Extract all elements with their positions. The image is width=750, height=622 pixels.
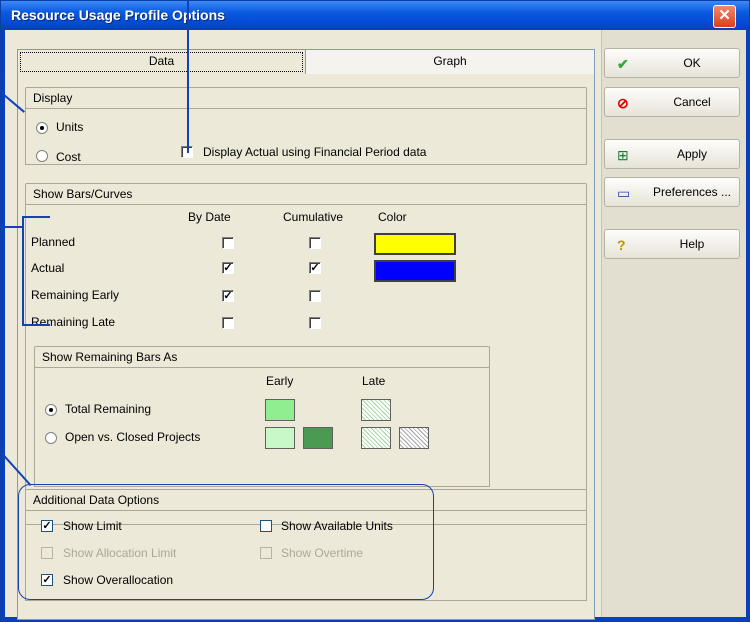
tab-focus-rect [20, 52, 303, 72]
total-early-swatch[interactable] [265, 399, 295, 421]
actual-cumulative-checkbox[interactable]: ✓ [309, 262, 321, 274]
actual-color-swatch[interactable] [374, 260, 456, 282]
ok-button[interactable]: ✔ OK [604, 48, 740, 78]
help-button-label: Help [679, 237, 705, 251]
remaining-early-label: Remaining Early [31, 288, 120, 302]
apply-button-label: Apply [676, 147, 708, 161]
callout-line-bars-vert [22, 216, 24, 325]
display-header-label: Display [33, 91, 73, 105]
financial-period-label: Display Actual using Financial Period da… [203, 145, 427, 159]
window-title: Resource Usage Profile Options [11, 7, 225, 23]
tab-graph-label: Graph [433, 54, 467, 68]
late-col-header: Late [362, 374, 386, 388]
callout-dot-display [0, 74, 2, 76]
cancel-icon: ⊘ [617, 95, 629, 111]
planned-color-swatch[interactable] [374, 233, 456, 255]
total-late-swatch[interactable] [361, 399, 391, 421]
remaining-bars-header: Show Remaining Bars As [34, 346, 490, 368]
display-header: Display [25, 87, 587, 109]
help-icon: ? [617, 237, 626, 253]
title-bar: Resource Usage Profile Options ✕ [1, 1, 749, 29]
callout-box-additional [18, 484, 434, 600]
preferences-button[interactable]: ▭ Preferences ... [604, 177, 740, 207]
open-closed-radio[interactable] [45, 432, 57, 444]
remaining-early-bydate-checkbox[interactable]: ✓ [222, 290, 234, 302]
close-icon: ✕ [718, 7, 731, 24]
closed-early-swatch[interactable] [303, 427, 333, 449]
planned-cumulative-checkbox[interactable] [309, 237, 321, 249]
close-button[interactable]: ✕ [713, 5, 736, 28]
cancel-button-label: Cancel [673, 95, 711, 109]
cumulative-col-header: Cumulative [283, 210, 344, 224]
actual-label: Actual [31, 261, 65, 275]
planned-bydate-checkbox[interactable] [222, 237, 234, 249]
open-closed-label: Open vs. Closed Projects [65, 430, 201, 444]
bars-header: Show Bars/Curves [25, 183, 587, 205]
apply-button[interactable]: ⊞ Apply [604, 139, 740, 169]
total-remaining-radio[interactable] [45, 404, 57, 416]
preferences-icon: ▭ [617, 185, 631, 201]
units-label: Units [56, 120, 84, 134]
units-radio[interactable] [36, 122, 48, 134]
remaining-late-cumulative-checkbox[interactable] [309, 317, 321, 329]
cost-label: Cost [56, 150, 81, 164]
checkmark-icon: ✔ [617, 56, 629, 72]
button-column [601, 30, 746, 617]
preferences-button-label: Preferences ... [652, 185, 732, 199]
actual-bydate-checkbox[interactable]: ✓ [222, 262, 234, 274]
open-late-swatch[interactable] [361, 427, 391, 449]
planned-label: Planned [31, 235, 76, 249]
color-col-header: Color [378, 210, 407, 224]
cost-radio[interactable] [36, 150, 48, 162]
callout-line-bars-top [22, 216, 50, 218]
remaining-early-cumulative-checkbox[interactable] [309, 290, 321, 302]
callout-line-bars-bottom [22, 324, 50, 326]
remaining-bars-header-label: Show Remaining Bars As [42, 350, 178, 364]
closed-late-swatch[interactable] [399, 427, 429, 449]
cancel-button[interactable]: ⊘ Cancel [604, 87, 740, 117]
tab-graph[interactable]: Graph [305, 49, 595, 74]
open-early-swatch[interactable] [265, 427, 295, 449]
tab-data[interactable]: Data [17, 49, 306, 74]
callout-line-financial [187, 0, 189, 153]
apply-icon: ⊞ [617, 147, 629, 163]
early-col-header: Early [266, 374, 294, 388]
help-button[interactable]: ? Help [604, 229, 740, 259]
total-remaining-label: Total Remaining [65, 402, 152, 416]
remaining-late-label: Remaining Late [31, 315, 116, 329]
callout-line-bars-left [0, 226, 22, 228]
bars-header-label: Show Bars/Curves [33, 187, 133, 201]
remaining-late-bydate-checkbox[interactable] [222, 317, 234, 329]
by-date-col-header: By Date [188, 210, 231, 224]
ok-button-label: OK [683, 56, 701, 70]
